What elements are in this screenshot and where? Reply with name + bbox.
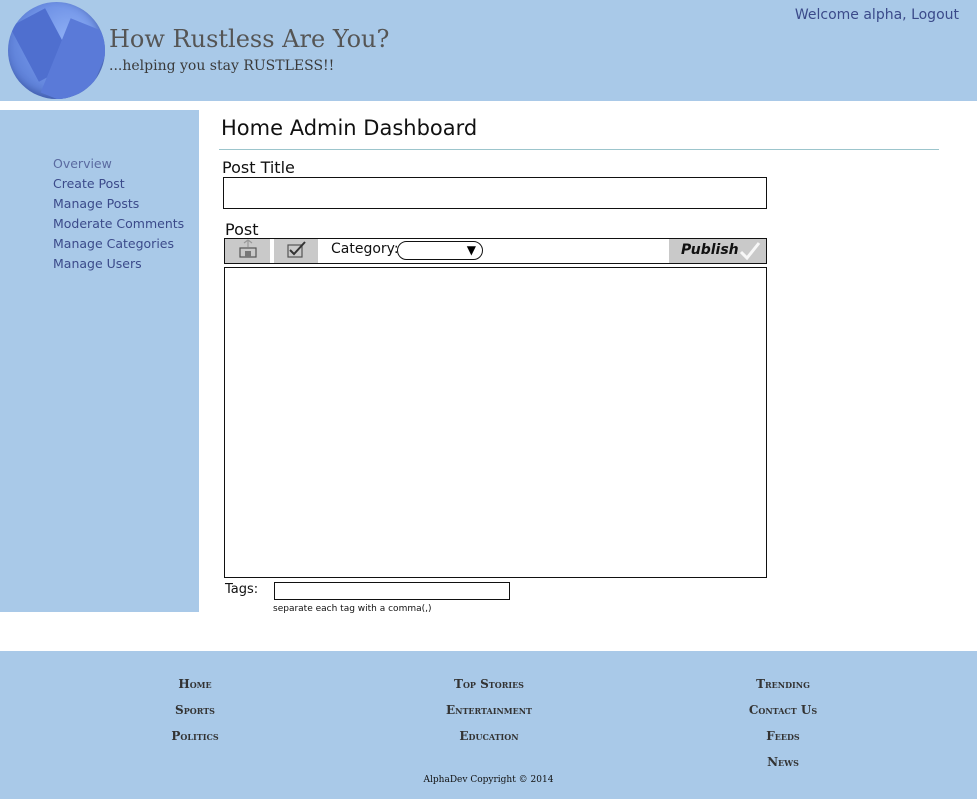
sidebar-item-manage-posts[interactable]: Manage Posts [53,194,184,214]
image-icon [237,239,259,263]
insert-image-button[interactable] [225,239,270,263]
footer-column-2: Top Stories Entertainment Education [399,671,579,749]
footer-link-entertainment[interactable]: Entertainment [399,697,579,723]
category-label: Category: [331,241,399,257]
title-divider [219,149,939,150]
footer-column-1: Home Sports Politics [105,671,285,749]
sidebar-item-manage-categories[interactable]: Manage Categories [53,234,184,254]
post-label: Post [225,220,259,239]
checkbox-tool-button[interactable] [274,239,318,263]
check-icon [284,239,308,263]
post-title-input[interactable] [223,177,767,209]
admin-sidebar: Overview Create Post Manage Posts Modera… [0,110,199,612]
footer-link-education[interactable]: Education [399,723,579,749]
logout-link[interactable]: Logout [911,7,959,23]
footer-link-contact-us[interactable]: Contact Us [693,697,873,723]
site-title: How Rustless Are You? [109,25,390,53]
tags-hint: separate each tag with a comma(,) [273,604,432,614]
footer-link-news[interactable]: News [693,749,873,775]
sidebar-item-create-post[interactable]: Create Post [53,174,184,194]
page-title: Home Admin Dashboard [221,116,478,140]
publish-button[interactable]: Publish [669,239,766,263]
footer-link-feeds[interactable]: Feeds [693,723,873,749]
user-box: Welcome alpha, Logout [795,7,959,23]
post-toolbar: Category: ▼ Publish [224,238,767,264]
sidebar-item-overview[interactable]: Overview [53,154,184,174]
footer-link-politics[interactable]: Politics [105,723,285,749]
tags-input[interactable] [274,582,510,600]
post-title-label: Post Title [222,158,295,177]
site-footer: Home Sports Politics Top Stories Enterta… [0,651,977,799]
sidebar-item-moderate-comments[interactable]: Moderate Comments [53,214,184,234]
dropdown-caret-icon: ▼ [466,243,476,257]
welcome-text: Welcome alpha, [794,7,907,23]
publish-label: Publish [681,242,739,258]
site-header: How Rustless Are You? ...helping you sta… [0,0,977,101]
tags-label: Tags: [225,582,259,597]
sidebar-item-manage-users[interactable]: Manage Users [53,254,184,274]
checkmark-icon [738,240,762,266]
category-select[interactable]: ▼ [397,241,483,260]
footer-link-top-stories[interactable]: Top Stories [399,671,579,697]
footer-link-sports[interactable]: Sports [105,697,285,723]
footer-column-3: Trending Contact Us Feeds News [693,671,873,775]
copyright-text: AlphaDev Copyright © 2014 [423,775,554,785]
site-tagline: ...helping you stay RUSTLESS!! [109,58,335,74]
post-body-textarea[interactable] [224,267,767,578]
footer-link-home[interactable]: Home [105,671,285,697]
site-logo[interactable] [8,2,105,99]
footer-link-trending[interactable]: Trending [693,671,873,697]
